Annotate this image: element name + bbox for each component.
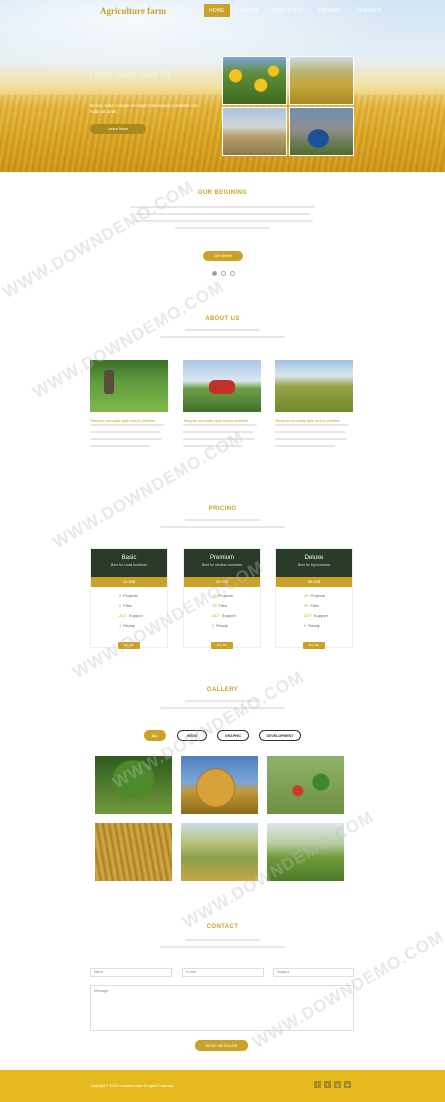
hero-learn-more-button[interactable]: Learn More xyxy=(90,124,146,134)
feature-item: 5 Files xyxy=(119,603,132,608)
pricing-header: Deluxe Best for big business xyxy=(276,549,352,577)
text-line xyxy=(160,336,285,338)
hero-image-grid xyxy=(222,56,354,156)
feature-item: 24/7 Support xyxy=(212,613,236,618)
gallery-image-vegetables[interactable] xyxy=(267,756,344,814)
plan-price: 99.99$ xyxy=(276,577,352,587)
buy-deluxe-button[interactable]: Buy Me xyxy=(303,642,325,649)
name-field[interactable]: Name xyxy=(90,968,172,977)
gallery-image-wheat[interactable] xyxy=(95,823,172,881)
text-line xyxy=(275,424,349,426)
email-field[interactable]: E-mail xyxy=(182,968,264,977)
footer-copyright: Copyright © 2016 Company name All rights… xyxy=(90,1084,174,1088)
feature-item: 5 Projects xyxy=(119,593,138,598)
about-caption: Tempus convallis quis lectus porttitor xyxy=(275,418,341,423)
text-line xyxy=(160,526,285,528)
google-plus-icon[interactable]: g xyxy=(334,1081,341,1088)
feature-item: 2 Ready xyxy=(212,623,228,628)
twitter-icon[interactable]: t xyxy=(324,1081,331,1088)
plan-price: 19.99$ xyxy=(91,577,167,587)
plan-subtitle: Best for big business xyxy=(297,563,331,567)
nav-home[interactable]: HOME xyxy=(204,4,230,17)
nav-about[interactable]: ABOUT xyxy=(235,4,263,17)
plan-name: Basic xyxy=(121,555,137,561)
text-line xyxy=(275,431,345,433)
feature-item: 20 Projects xyxy=(304,593,325,598)
feature-item: 20 Files xyxy=(304,603,319,608)
feature-item: 10 Files xyxy=(212,603,227,608)
send-message-button[interactable]: SEND MESSAGE xyxy=(195,1040,248,1051)
slider-dot[interactable] xyxy=(230,271,235,276)
buy-premium-button[interactable]: Buy Me xyxy=(211,642,233,649)
tractor-field-image xyxy=(183,360,261,412)
gallery-image-hills[interactable] xyxy=(181,823,258,881)
slider-dot[interactable] xyxy=(212,271,217,276)
sunflower-image xyxy=(222,56,287,105)
nav-contact[interactable]: CONTACT xyxy=(351,4,386,17)
get-better-button[interactable]: Get Better xyxy=(203,251,243,261)
nav-portfolio[interactable]: PORTFOLIO xyxy=(268,4,309,17)
text-line xyxy=(275,445,335,447)
text-line xyxy=(275,438,347,440)
main-nav: HOME ABOUT PORTFOLIO PRICING CONTACT xyxy=(204,4,391,17)
linkedin-icon[interactable]: in xyxy=(344,1081,351,1088)
text-line xyxy=(185,329,260,331)
plan-name: Premium xyxy=(209,555,234,561)
subject-field[interactable]: Subject xyxy=(273,968,354,977)
text-line xyxy=(90,431,160,433)
pricing-card-deluxe: Deluxe Best for big business 99.99$ 20 Pr… xyxy=(275,548,353,648)
slider-dots xyxy=(212,271,235,276)
brand-logo[interactable]: Agriculture farm xyxy=(100,6,166,16)
nav-pricing[interactable]: PRICING xyxy=(314,4,346,17)
feature-item: 5 Ready xyxy=(304,623,320,628)
plan-name: Deluxe xyxy=(304,555,324,561)
text-line xyxy=(185,939,260,941)
beginning-title: OUR BEGINING xyxy=(197,190,248,196)
about-title: ABOUT US xyxy=(205,316,240,322)
pricing-title: PRICING xyxy=(208,506,237,512)
corn-field-image xyxy=(275,360,353,412)
farmer-image xyxy=(90,360,168,412)
about-card: Tempus convallis quis lectus porttitor xyxy=(183,360,261,423)
plan-features: 20 Projects 20 Files 24/7 Support 5 Ready xyxy=(276,587,352,631)
filter-development[interactable]: DEVELOPMENT xyxy=(259,730,301,741)
footer xyxy=(0,1070,445,1102)
facebook-icon[interactable]: f xyxy=(314,1081,321,1088)
text-line xyxy=(90,438,162,440)
filter-all[interactable]: ALL xyxy=(144,730,166,741)
plan-subtitle: Best for small business xyxy=(111,563,147,567)
about-card: Tempus convallis quis lectus porttitor xyxy=(90,360,168,423)
text-line xyxy=(175,227,270,229)
pricing-header: Basic Best for small business xyxy=(91,549,167,577)
harvest-image xyxy=(222,107,287,156)
hero-text: Donec vitae congue vel eget malesuada Cu… xyxy=(90,103,199,115)
field-image xyxy=(289,56,354,105)
text-line xyxy=(183,431,253,433)
about-caption: Tempus convallis quis lectus porttitor xyxy=(183,418,249,423)
text-line xyxy=(90,424,164,426)
text-line xyxy=(185,519,260,521)
gallery-image-hay-bale[interactable] xyxy=(181,756,258,814)
tractor-image xyxy=(289,107,354,156)
slider-dot[interactable] xyxy=(221,271,226,276)
text-line xyxy=(133,220,313,222)
gallery-title: GALLERY xyxy=(206,687,239,693)
text-line xyxy=(160,946,285,948)
about-card: Tempus convallis quis lectus porttitor xyxy=(275,360,353,423)
feature-item: 24/7 Support xyxy=(304,613,328,618)
text-line xyxy=(183,424,257,426)
contact-title: CONTACT xyxy=(206,924,239,930)
hero-title: Lorem Ipsum Dolor Sit xyxy=(90,70,170,79)
about-caption: Tempus convallis quis lectus porttitor xyxy=(90,418,156,423)
text-line xyxy=(90,445,150,447)
